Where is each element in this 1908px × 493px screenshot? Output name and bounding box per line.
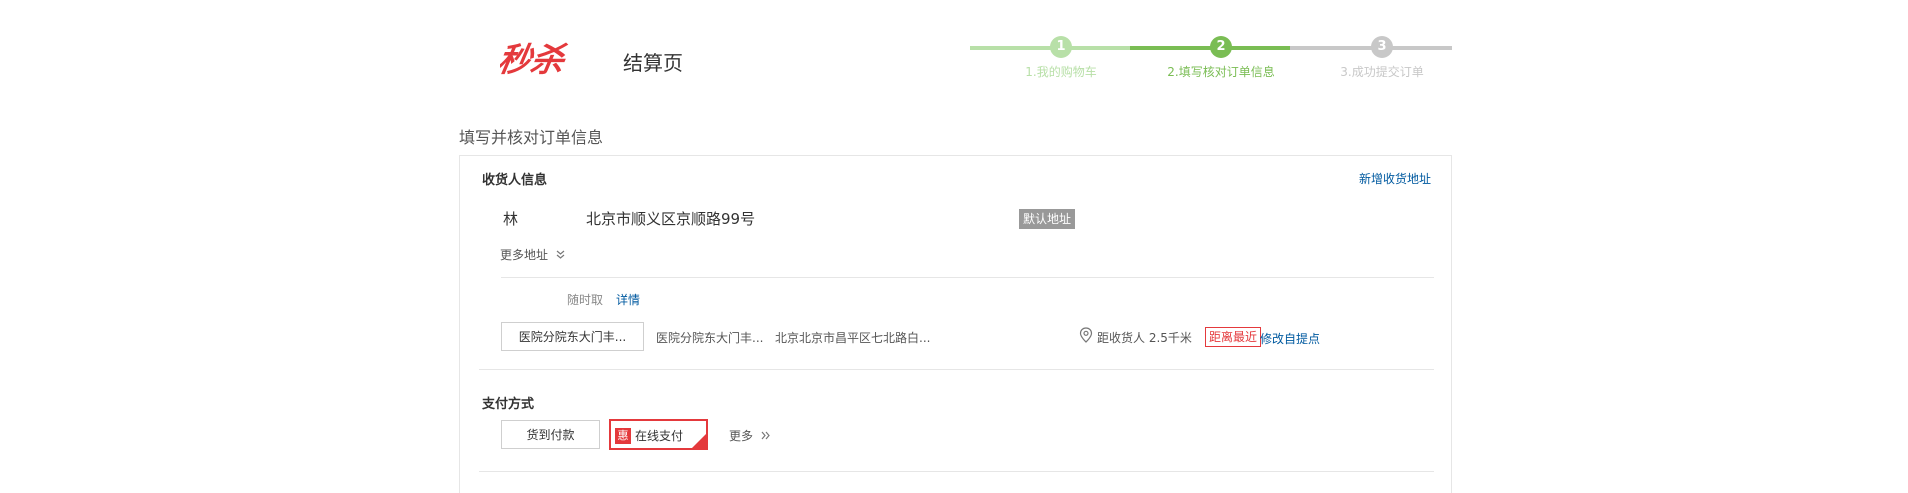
- online-payment-button[interactable]: 惠 在线支付: [609, 419, 708, 450]
- more-payment-label: 更多: [729, 429, 754, 443]
- step-3-label: 3.成功提交订单: [1340, 65, 1424, 79]
- pickup-point-name: 医院分院东大门丰...: [656, 331, 764, 345]
- nearest-badge: 距离最近: [1205, 327, 1262, 347]
- receiver-address[interactable]: 北京市顺义区京顺路99号: [586, 208, 755, 229]
- pickup-distance: 距收货人 2.5千米: [1097, 331, 1192, 345]
- location-pin-icon: [1079, 327, 1093, 347]
- default-address-badge: 默认地址: [1019, 209, 1076, 229]
- receiver-divider: [501, 277, 1434, 278]
- receiver-title: 收货人信息: [482, 173, 548, 188]
- pickup-time-label: 随时取: [567, 293, 604, 307]
- step-1-circle: 1: [1050, 36, 1072, 58]
- more-addresses-toggle[interactable]: 更多地址: [500, 246, 565, 263]
- step-2-circle: 2: [1210, 36, 1232, 58]
- chevron-double-down-icon: [556, 248, 565, 262]
- step-3-circle: 3: [1371, 36, 1393, 58]
- seckill-logo[interactable]: 秒杀: [500, 37, 580, 81]
- seckill-logo-text: 秒杀: [500, 40, 569, 79]
- modify-pickup-link[interactable]: 修改自提点: [1260, 330, 1320, 347]
- step-2-label: 2.填写核对订单信息: [1167, 65, 1275, 79]
- new-address-link[interactable]: 新增收货地址: [1359, 170, 1431, 187]
- chevron-double-right-icon: [761, 429, 770, 443]
- checkout-progress: 1 2 3 1.我的购物车 2.填写核对订单信息 3.成功提交订单: [970, 36, 1452, 86]
- step-1-label: 1.我的购物车: [1025, 65, 1097, 79]
- pickup-details-link[interactable]: 详情: [616, 291, 640, 308]
- receiver-name[interactable]: 林: [503, 208, 518, 229]
- payment-title: 支付方式: [482, 397, 535, 412]
- page-name: 结算页: [623, 51, 683, 75]
- more-addresses-label: 更多地址: [500, 248, 549, 262]
- more-payment-toggle[interactable]: 更多: [729, 427, 770, 444]
- discount-badge: 惠: [615, 428, 631, 444]
- section-divider: [479, 369, 1434, 370]
- pickup-point-address: 北京北京市昌平区七北路白...: [775, 331, 931, 345]
- section-title: 填写并核对订单信息: [459, 128, 604, 147]
- online-payment-label: 在线支付: [635, 429, 684, 443]
- pickup-point-button[interactable]: 医院分院东大门丰...: [501, 322, 644, 351]
- order-info-panel: 收货人信息 新增收货地址 林 北京市顺义区京顺路99号 默认地址 更多地址 随时…: [459, 155, 1452, 493]
- payment-divider: [479, 471, 1434, 472]
- selected-check-corner: [692, 434, 706, 448]
- cash-on-delivery-button[interactable]: 货到付款: [501, 420, 600, 449]
